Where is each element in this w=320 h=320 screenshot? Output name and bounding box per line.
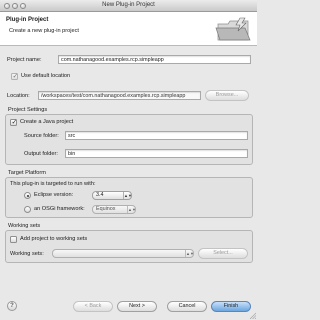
dropdown-arrows-icon: ▲▼ bbox=[127, 206, 136, 213]
help-icon[interactable]: ? bbox=[7, 301, 17, 311]
add-to-working-sets-checkbox[interactable] bbox=[10, 236, 17, 243]
use-default-location-checkbox[interactable] bbox=[11, 72, 18, 80]
working-sets-label: Working sets: bbox=[10, 251, 44, 257]
target-platform-description: This plug-in is targeted to run with: bbox=[10, 181, 96, 187]
browse-button[interactable]: Browse... bbox=[205, 90, 249, 101]
osgi-framework-select[interactable]: Equinox ▲▼ bbox=[92, 205, 136, 214]
output-folder-field[interactable]: bin bbox=[65, 149, 248, 158]
use-default-location-label: Use default location bbox=[21, 73, 71, 79]
finish-button[interactable]: Finish bbox=[211, 301, 251, 312]
eclipse-version-radio[interactable] bbox=[24, 192, 31, 199]
location-field[interactable]: /workspaces/test/com.nathanagood.example… bbox=[38, 91, 201, 100]
source-folder-label: Source folder: bbox=[24, 133, 59, 139]
title-bar: New Plug-in Project bbox=[0, 0, 257, 12]
wizard-banner: Plug-in Project Create a new plug-in pro… bbox=[0, 12, 257, 46]
eclipse-version-select[interactable]: 3.4 ▲▼ bbox=[92, 191, 132, 200]
wizard-page-description: Create a new plug-in project bbox=[9, 28, 79, 34]
osgi-framework-value: Equinox bbox=[96, 206, 116, 212]
project-name-label: Project name: bbox=[7, 57, 42, 63]
next-button[interactable]: Next > bbox=[117, 301, 157, 312]
dropdown-arrows-icon: ▲▼ bbox=[185, 250, 194, 257]
create-java-project-label: Create a Java project bbox=[20, 119, 74, 125]
dropdown-arrows-icon: ▲▼ bbox=[123, 192, 132, 199]
add-to-working-sets-label: Add project to working sets bbox=[20, 236, 88, 242]
osgi-framework-label: an OSGi framework: bbox=[34, 206, 85, 212]
wizard-page-title: Plug-in Project bbox=[6, 17, 49, 23]
cancel-button[interactable]: Cancel bbox=[167, 301, 207, 312]
select-working-sets-button[interactable]: Select... bbox=[198, 248, 248, 259]
window-title: New Plug-in Project bbox=[102, 2, 155, 8]
working-sets-select[interactable]: ▲▼ bbox=[52, 249, 194, 258]
resize-grip-icon[interactable] bbox=[249, 312, 256, 319]
back-button[interactable]: < Back bbox=[73, 301, 113, 312]
target-platform-title: Target Platform bbox=[8, 170, 46, 176]
project-name-field[interactable]: com.nathanagood.examples.rcp.simpleapp bbox=[58, 55, 251, 64]
osgi-framework-radio[interactable] bbox=[24, 206, 31, 213]
project-settings-title: Project Settings bbox=[8, 107, 48, 113]
create-java-project-checkbox[interactable] bbox=[10, 118, 17, 126]
eclipse-version-value: 3.4 bbox=[96, 192, 104, 198]
working-sets-title: Working sets bbox=[8, 223, 41, 229]
location-label: Location: bbox=[7, 93, 30, 99]
output-folder-label: Output folder: bbox=[24, 151, 58, 157]
source-folder-field[interactable]: src bbox=[65, 131, 248, 140]
eclipse-version-label: Eclipse version: bbox=[34, 192, 74, 198]
new-plugin-folder-icon bbox=[215, 17, 251, 41]
